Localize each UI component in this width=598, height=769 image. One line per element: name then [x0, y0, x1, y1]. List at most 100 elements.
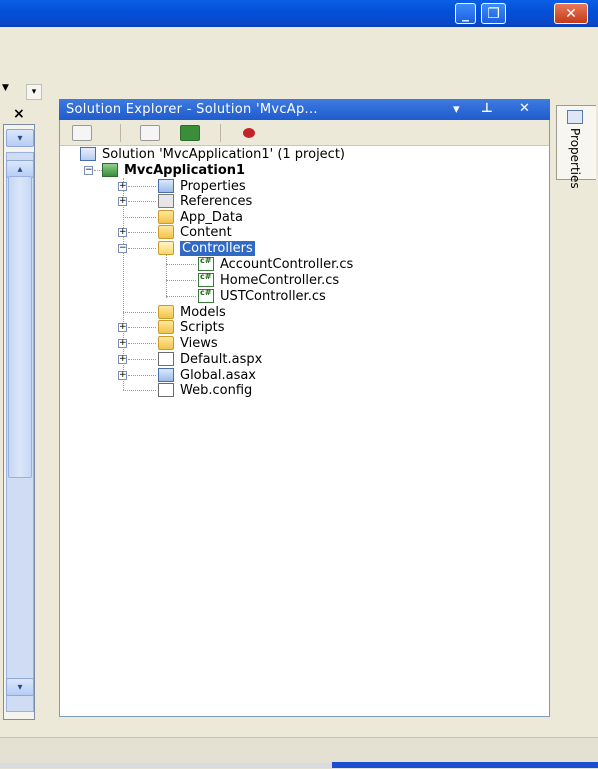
- expand-icon[interactable]: +: [118, 323, 127, 332]
- tree-line: [166, 254, 167, 298]
- references-icon: [158, 194, 174, 208]
- window-position-icon[interactable]: ▾: [453, 102, 460, 117]
- chevron-down-icon: ▾: [17, 132, 23, 144]
- expand-icon[interactable]: +: [118, 197, 127, 206]
- tree-line: [166, 280, 196, 281]
- pin-icon[interactable]: ⊥: [481, 101, 493, 116]
- folder-icon: [158, 336, 174, 350]
- tree-line: [128, 375, 156, 376]
- asax-file-icon: [158, 368, 174, 382]
- solution-explorer-header: Solution Explorer - Solution 'MvcAp...: [59, 99, 550, 120]
- tree-item-label: App_Data: [180, 209, 243, 225]
- tree-line: [128, 343, 156, 344]
- restore-icon: ❐: [487, 5, 500, 22]
- left-panel-close-icon[interactable]: ×: [13, 106, 25, 122]
- tree-line: [123, 312, 156, 313]
- tree-item-label: Web.config: [180, 382, 253, 398]
- tree-item-scripts[interactable]: Scripts: [158, 319, 224, 335]
- tree-item-app-data[interactable]: App_Data: [158, 209, 243, 225]
- folder-icon: [158, 320, 174, 334]
- tree-item-account-controller[interactable]: AccountController.cs: [198, 256, 353, 272]
- window-title-bar: _ ❐ ✕: [0, 0, 598, 27]
- properties-window-icon: [567, 110, 583, 124]
- tree-item-controllers[interactable]: Controllers: [158, 240, 255, 256]
- tree-item-label: Content: [180, 224, 232, 240]
- solution-explorer-toolbar: [60, 120, 549, 146]
- tree-item-label: HomeController.cs: [220, 272, 340, 288]
- tree-item-label: Default.aspx: [180, 351, 263, 367]
- aspx-file-icon: [158, 352, 174, 366]
- toolbar-options-icon[interactable]: ▾: [26, 84, 42, 100]
- properties-side-tab[interactable]: Properties: [556, 105, 596, 189]
- tree-item-home-controller[interactable]: HomeController.cs: [198, 272, 339, 288]
- expand-icon[interactable]: +: [118, 228, 127, 237]
- tree-item-global-asax[interactable]: Global.asax: [158, 367, 256, 383]
- tree-item-references[interactable]: References: [158, 193, 252, 209]
- folder-icon: [158, 305, 174, 319]
- collapse-icon[interactable]: −: [84, 166, 93, 175]
- solution-icon: [80, 147, 96, 161]
- left-scrollbar-thumb[interactable]: [8, 176, 32, 478]
- tree-item-web-config[interactable]: Web.config: [158, 382, 252, 398]
- toolbar-separator: [120, 124, 121, 142]
- tree-item-label: Controllers: [180, 240, 255, 256]
- folder-icon: [158, 210, 174, 224]
- tree-item-solution[interactable]: Solution 'MvcApplication1' (1 project): [80, 146, 345, 162]
- tree-line: [128, 186, 156, 187]
- tree-line: [128, 359, 156, 360]
- expand-icon[interactable]: +: [118, 355, 127, 364]
- tree-line: [128, 232, 156, 233]
- close-window-button[interactable]: ✕: [554, 3, 588, 24]
- tree-item-label: AccountController.cs: [220, 256, 354, 272]
- cs-file-icon: [198, 288, 214, 303]
- solution-explorer-title: Solution Explorer - Solution 'MvcAp...: [66, 102, 318, 117]
- tree-line: [128, 327, 156, 328]
- expand-icon[interactable]: +: [118, 339, 127, 348]
- toolbar-separator: [220, 124, 221, 142]
- cs-file-icon: [198, 272, 214, 287]
- status-bar-strip: [0, 763, 332, 768]
- tree-item-views[interactable]: Views: [158, 335, 218, 351]
- minimize-button[interactable]: _: [455, 3, 476, 24]
- tree-item-label: Scripts: [180, 319, 225, 335]
- expand-icon[interactable]: +: [118, 182, 127, 191]
- toolbar-area: ▼ ▾: [0, 27, 598, 100]
- tree-item-project[interactable]: MvcApplication1: [102, 162, 245, 178]
- tree-item-properties[interactable]: Properties: [158, 178, 246, 194]
- chevron-up-icon: ▴: [17, 163, 23, 175]
- tree-item-label: Global.asax: [180, 367, 257, 383]
- tree-item-label: MvcApplication1: [124, 162, 246, 178]
- tree-item-label: USTController.cs: [220, 288, 326, 304]
- tree-item-ust-controller[interactable]: USTController.cs: [198, 288, 326, 304]
- tree-line: [123, 390, 156, 391]
- chevron-down-icon: ▾: [17, 681, 23, 693]
- tree-item-content[interactable]: Content: [158, 224, 232, 240]
- tree-item-label: Properties: [180, 178, 246, 194]
- dropdown-arrow-icon[interactable]: ▼: [2, 83, 12, 93]
- cs-file-icon: [198, 256, 214, 271]
- folder-open-icon: [158, 241, 174, 255]
- properties-tab-label: Properties: [568, 128, 582, 189]
- tree-line: [94, 170, 102, 171]
- class-diagram-icon[interactable]: [240, 125, 260, 141]
- expand-icon[interactable]: +: [118, 371, 127, 380]
- tree-item-label: Views: [180, 335, 218, 351]
- show-all-files-icon[interactable]: [140, 125, 160, 141]
- solution-explorer-panel: [59, 99, 550, 717]
- collapse-icon[interactable]: −: [118, 244, 127, 253]
- scroll-down-button[interactable]: ▾: [6, 678, 34, 696]
- tree-item-label: Solution 'MvcApplication1' (1 project): [102, 146, 346, 162]
- tree-line: [123, 217, 156, 218]
- close-icon: ✕: [565, 5, 577, 22]
- refresh-icon[interactable]: [180, 125, 200, 141]
- tree-item-label: Models: [180, 304, 226, 320]
- tree-line: [128, 248, 156, 249]
- tree-item-default-aspx[interactable]: Default.aspx: [158, 351, 262, 367]
- close-panel-icon[interactable]: ✕: [519, 101, 530, 116]
- tree-line: [166, 264, 196, 265]
- left-dropdown-button[interactable]: ▾: [6, 129, 34, 147]
- properties-icon[interactable]: [72, 125, 92, 141]
- tree-item-models[interactable]: Models: [158, 304, 226, 320]
- maximize-button[interactable]: ❐: [481, 3, 506, 24]
- taskbar-strip: [332, 762, 598, 768]
